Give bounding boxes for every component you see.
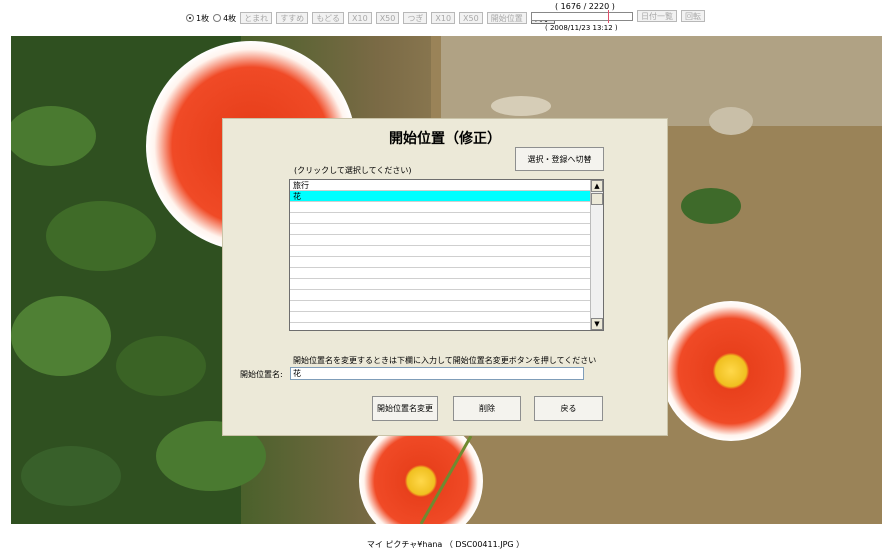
pause-button[interactable]: とまれ	[240, 12, 273, 24]
photo-datetime: ( 2008/11/23 13:12 )	[545, 24, 618, 32]
radio-quad-view[interactable]: 4枚	[213, 13, 236, 24]
radio-dot-selected[interactable]	[186, 14, 194, 22]
back-x50-button[interactable]: X50	[375, 12, 400, 24]
start-position-button[interactable]: 開始位置	[486, 12, 527, 24]
list-hint: (クリックして選択してください)	[294, 166, 412, 175]
file-caption: マイ ピクチャ¥hana （ DSC00411.JPG ）	[366, 540, 525, 549]
radio-quad-label: 4枚	[223, 13, 237, 23]
position-slider[interactable]	[531, 10, 633, 23]
date-list-button[interactable]: 日付一覧	[637, 10, 677, 22]
list-item[interactable]: 花	[290, 191, 590, 202]
radio-single-view[interactable]: 1枚	[186, 13, 209, 24]
forward-button[interactable]: すすめ	[276, 12, 309, 24]
switch-to-select-register-button[interactable]: 選択・登録へ切替	[515, 147, 604, 171]
viewer-toolbar-right: 日付一覧 回転	[637, 10, 705, 22]
image-counter: ( 1676 / 2220 )	[555, 2, 615, 11]
radio-dot[interactable]	[213, 14, 222, 22]
start-position-name-label: 開始位置名:	[240, 370, 283, 379]
list-item[interactable]: 旅行	[290, 180, 590, 191]
return-button[interactable]: 戻る	[534, 396, 603, 421]
delete-button[interactable]: 削除	[453, 396, 521, 421]
rotate-button[interactable]: 回転	[681, 10, 705, 22]
dialog-title: 開始位置（修正）	[389, 131, 501, 147]
start-position-edit-dialog: 開始位置（修正） 選択・登録へ切替 (クリックして選択してください) 旅行花 ▲…	[222, 118, 668, 436]
start-position-list[interactable]: 旅行花 ▲ ▼	[289, 179, 604, 331]
slider-position-marker[interactable]	[607, 10, 609, 23]
back-x10-button[interactable]: X10	[348, 12, 372, 24]
scroll-down-icon[interactable]: ▼	[591, 318, 603, 330]
list-rows: 旅行花	[290, 180, 590, 330]
next-x10-button[interactable]: X10	[431, 12, 456, 24]
scroll-thumb[interactable]	[591, 193, 603, 205]
rename-button[interactable]: 開始位置名変更	[372, 396, 438, 421]
scroll-up-icon[interactable]: ▲	[591, 180, 603, 192]
radio-single-label: 1枚	[196, 13, 210, 23]
list-scrollbar[interactable]: ▲ ▼	[590, 180, 603, 330]
next-button[interactable]: つぎ	[403, 12, 428, 24]
start-position-name-input[interactable]: 花	[290, 367, 584, 380]
rename-hint: 開始位置名を変更するときは下欄に入力して開始位置名変更ボタンを押してください	[293, 356, 597, 365]
next-x50-button[interactable]: X50	[459, 12, 483, 24]
viewer-toolbar: 1枚 4枚 とまれ すすめ もどる X10 X50 つぎ X10 X50 開始位…	[186, 10, 555, 26]
back-button[interactable]: もどる	[312, 12, 345, 24]
